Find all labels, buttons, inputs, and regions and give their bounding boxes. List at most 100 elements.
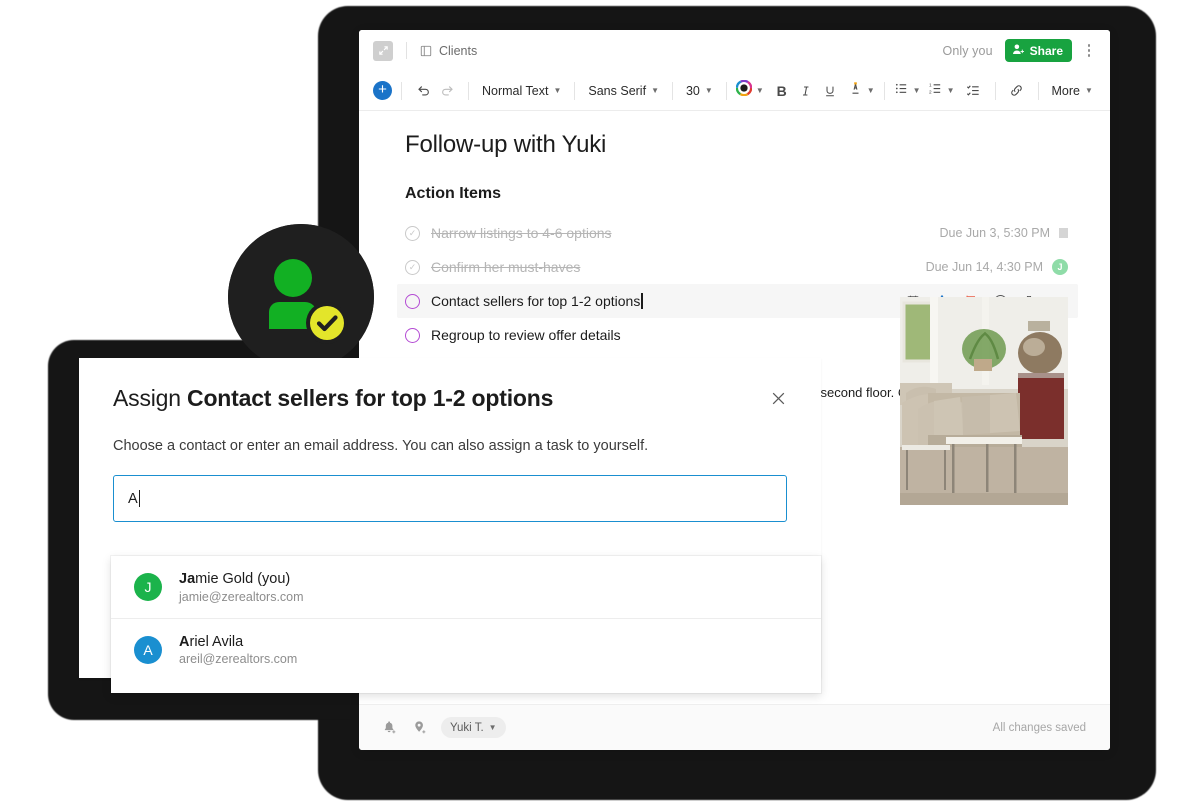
bulleted-list-dropdown[interactable]: ▼ xyxy=(894,81,921,101)
chevron-down-icon: ▼ xyxy=(553,86,562,95)
contact-name-rest: mie Gold (you) xyxy=(195,571,291,588)
plus-circle-icon[interactable]: + xyxy=(373,81,392,100)
highlight-color-picker[interactable]: ▼ xyxy=(848,81,875,101)
underline-button[interactable] xyxy=(818,79,842,103)
expand-collapse-icon[interactable] xyxy=(373,40,393,61)
contact-email: jamie@zerealtors.com xyxy=(179,589,304,604)
paragraph-style-dropdown[interactable]: Normal Text ▼ xyxy=(478,84,565,98)
dialog-title: Assign Contact sellers for top 1-2 optio… xyxy=(113,385,553,412)
assignee-suggestions-list: J Jamie Gold (you) jamie@zerealtors.com … xyxy=(111,556,821,693)
list-item-text: Ariel Avila areil@zerealtors.com xyxy=(179,633,297,666)
bell-add-icon[interactable] xyxy=(381,719,399,737)
more-dropdown[interactable]: More ▼ xyxy=(1048,84,1097,98)
checkbox-checked-icon[interactable]: ✓ xyxy=(405,259,420,275)
contact-name-match: A xyxy=(179,633,190,650)
task-label: Regroup to review offer details xyxy=(431,327,621,343)
save-status-label: All changes saved xyxy=(992,721,1086,734)
svg-text:1: 1 xyxy=(929,82,932,87)
assignee-search-value: A xyxy=(128,490,138,507)
document-toolbar: + Normal Text ▼ Sans Serif ▼ 30 ▼ ▼ B ▼ … xyxy=(359,71,1110,111)
contact-email: areil@zerealtors.com xyxy=(179,652,298,667)
task-row[interactable]: ✓ Narrow listings to 4-6 options Due Jun… xyxy=(397,216,1078,250)
checklist-icon[interactable] xyxy=(962,79,986,103)
svg-text:2: 2 xyxy=(929,89,932,94)
task-row[interactable]: ✓ Confirm her must-haves Due Jun 14, 4:3… xyxy=(397,250,1078,284)
flag-icon[interactable] xyxy=(1059,228,1068,238)
toolbar-divider xyxy=(1037,81,1039,100)
italic-button[interactable] xyxy=(794,79,818,103)
avatar[interactable]: J xyxy=(1052,259,1068,275)
kebab-menu-icon[interactable] xyxy=(1081,44,1097,57)
contact-name: Ariel Avila xyxy=(179,633,297,651)
dialog-input-wrap: A xyxy=(79,454,821,522)
collaborator-label: Yuki T. xyxy=(450,721,484,734)
chevron-down-icon: ▼ xyxy=(704,86,713,95)
numbered-list-icon: 1 2 xyxy=(928,81,943,101)
assignee-search-input[interactable]: A xyxy=(113,475,787,522)
book-icon xyxy=(420,45,432,57)
close-icon[interactable] xyxy=(765,385,791,411)
more-label: More xyxy=(1051,83,1080,98)
dialog-title-prefix: Assign xyxy=(113,385,188,411)
checkbox-checked-icon[interactable]: ✓ xyxy=(405,225,420,241)
share-button[interactable]: Share xyxy=(1004,39,1072,62)
share-label: Share xyxy=(1029,43,1063,58)
section-heading: Action Items xyxy=(405,185,502,202)
avatar: J xyxy=(134,573,162,601)
visibility-label: Only you xyxy=(942,43,993,58)
toolbar-divider xyxy=(994,81,996,100)
chevron-down-icon: ▼ xyxy=(866,86,875,95)
dialog-title-row: Assign Contact sellers for top 1-2 optio… xyxy=(79,358,821,412)
text-caret xyxy=(138,490,141,507)
toolbar-divider xyxy=(401,81,402,100)
toolbar-divider xyxy=(883,81,885,100)
person-add-icon xyxy=(1012,43,1025,59)
contact-name-match: Ja xyxy=(179,571,196,588)
text-color-picker[interactable]: ▼ xyxy=(735,79,764,101)
toolbar-divider xyxy=(468,81,469,100)
chevron-down-icon: ▼ xyxy=(1084,86,1093,95)
toolbar-divider xyxy=(671,81,673,100)
font-size-label: 30 xyxy=(685,83,700,98)
undo-icon[interactable] xyxy=(411,79,435,103)
contact-name: Jamie Gold (you) xyxy=(179,570,304,588)
chevron-down-icon: ▼ xyxy=(912,86,921,95)
task-due-date: Due Jun 3, 5:30 PM xyxy=(939,226,1050,240)
avatar: A xyxy=(134,635,162,664)
header-divider xyxy=(406,42,407,59)
task-label: Contact sellers for top 1-2 options xyxy=(431,293,643,309)
text-color-wheel-icon xyxy=(735,79,753,101)
link-icon[interactable] xyxy=(1005,79,1029,103)
text-caret xyxy=(641,293,643,309)
checkbox-unchecked-icon[interactable] xyxy=(405,293,420,309)
bold-button[interactable]: B xyxy=(770,79,794,103)
document-status-bar: Yuki T. ▼ All changes saved xyxy=(359,704,1110,750)
screenshot-root: Clients Only you Share + Normal Text ▼ S… xyxy=(0,0,1200,811)
checkbox-unchecked-icon[interactable] xyxy=(405,327,420,343)
task-label: Confirm her must-haves xyxy=(431,259,581,275)
page-title: Follow-up with Yuki xyxy=(405,131,607,158)
chevron-down-icon: ▼ xyxy=(946,86,955,95)
redo-icon[interactable] xyxy=(435,79,459,103)
highlighter-icon xyxy=(848,81,863,101)
collaborator-chip[interactable]: Yuki T. ▼ xyxy=(441,717,506,738)
contact-name-rest: riel Avila xyxy=(189,633,244,650)
font-family-label: Sans Serif xyxy=(588,83,647,98)
numbered-list-dropdown[interactable]: 1 2 ▼ xyxy=(928,81,955,101)
list-item[interactable]: A Ariel Avila areil@zerealtors.com xyxy=(111,618,821,680)
chevron-down-icon: ▼ xyxy=(651,86,659,95)
list-item[interactable]: J Jamie Gold (you) jamie@zerealtors.com xyxy=(111,556,821,618)
avatar-initial: J xyxy=(144,579,152,595)
font-size-dropdown[interactable]: 30 ▼ xyxy=(682,84,717,98)
avatar-initial: A xyxy=(143,641,153,658)
breadcrumb-label: Clients xyxy=(439,43,478,58)
living-room-photo xyxy=(900,297,1068,505)
task-due-date: Due Jun 14, 4:30 PM xyxy=(925,260,1043,274)
font-family-dropdown[interactable]: Sans Serif ▼ xyxy=(584,84,663,98)
list-item-text: Jamie Gold (you) jamie@zerealtors.com xyxy=(179,570,304,603)
location-pin-add-icon[interactable] xyxy=(411,719,429,737)
breadcrumb[interactable]: Clients xyxy=(420,44,477,58)
chevron-down-icon: ▼ xyxy=(755,86,764,95)
task-label-text: Contact sellers for top 1-2 options xyxy=(431,293,641,309)
paragraph-style-label: Normal Text xyxy=(482,83,549,98)
